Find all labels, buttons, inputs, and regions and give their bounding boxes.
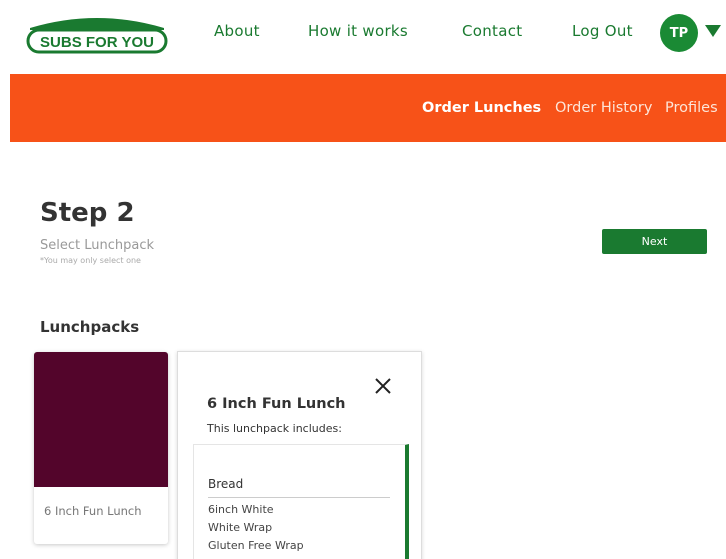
lunchpack-image [34, 352, 168, 487]
step-subtitle: Select Lunchpack [40, 238, 155, 253]
sub-navigation-bar: Order Lunches Order History Profiles [10, 74, 726, 142]
step-note: *You may only select one [40, 256, 141, 265]
top-header: SUBS FOR YOU About How it works Contact … [0, 0, 726, 74]
list-item: White Wrap [208, 521, 273, 534]
nav-contact-link[interactable]: Contact [462, 22, 522, 40]
lunchpack-detail-panel: 6 Inch Fun Lunch This lunchpack includes… [177, 351, 422, 559]
tab-order-history[interactable]: Order History [555, 100, 652, 116]
detail-subtitle: This lunchpack includes: [207, 422, 342, 435]
list-item: Gluten Free Wrap [208, 539, 304, 552]
divider [208, 497, 390, 498]
nav-how-it-works-link[interactable]: How it works [308, 22, 408, 40]
detail-title: 6 Inch Fun Lunch [207, 396, 346, 412]
nav-logout-link[interactable]: Log Out [572, 22, 633, 40]
includes-list: Bread 6inch White White Wrap Gluten Free… [193, 444, 409, 559]
tab-profiles[interactable]: Profiles [665, 100, 718, 116]
tab-order-lunches[interactable]: Order Lunches [422, 100, 541, 116]
caret-down-icon[interactable] [705, 25, 721, 37]
nav-about-link[interactable]: About [214, 22, 260, 40]
next-button[interactable]: Next [602, 229, 707, 254]
user-avatar[interactable]: TP [660, 14, 698, 52]
lunchpacks-section-title: Lunchpacks [40, 318, 140, 336]
group-title: Bread [208, 477, 244, 491]
step-title: Step 2 [40, 198, 135, 228]
logo-text: SUBS FOR YOU [40, 34, 154, 51]
subs-for-you-logo[interactable]: SUBS FOR YOU [26, 12, 168, 56]
close-icon[interactable] [373, 376, 393, 396]
lunchpack-card-label: 6 Inch Fun Lunch [44, 504, 142, 518]
list-item: 6inch White [208, 503, 274, 516]
lunchpack-card[interactable]: 6 Inch Fun Lunch [34, 352, 168, 544]
